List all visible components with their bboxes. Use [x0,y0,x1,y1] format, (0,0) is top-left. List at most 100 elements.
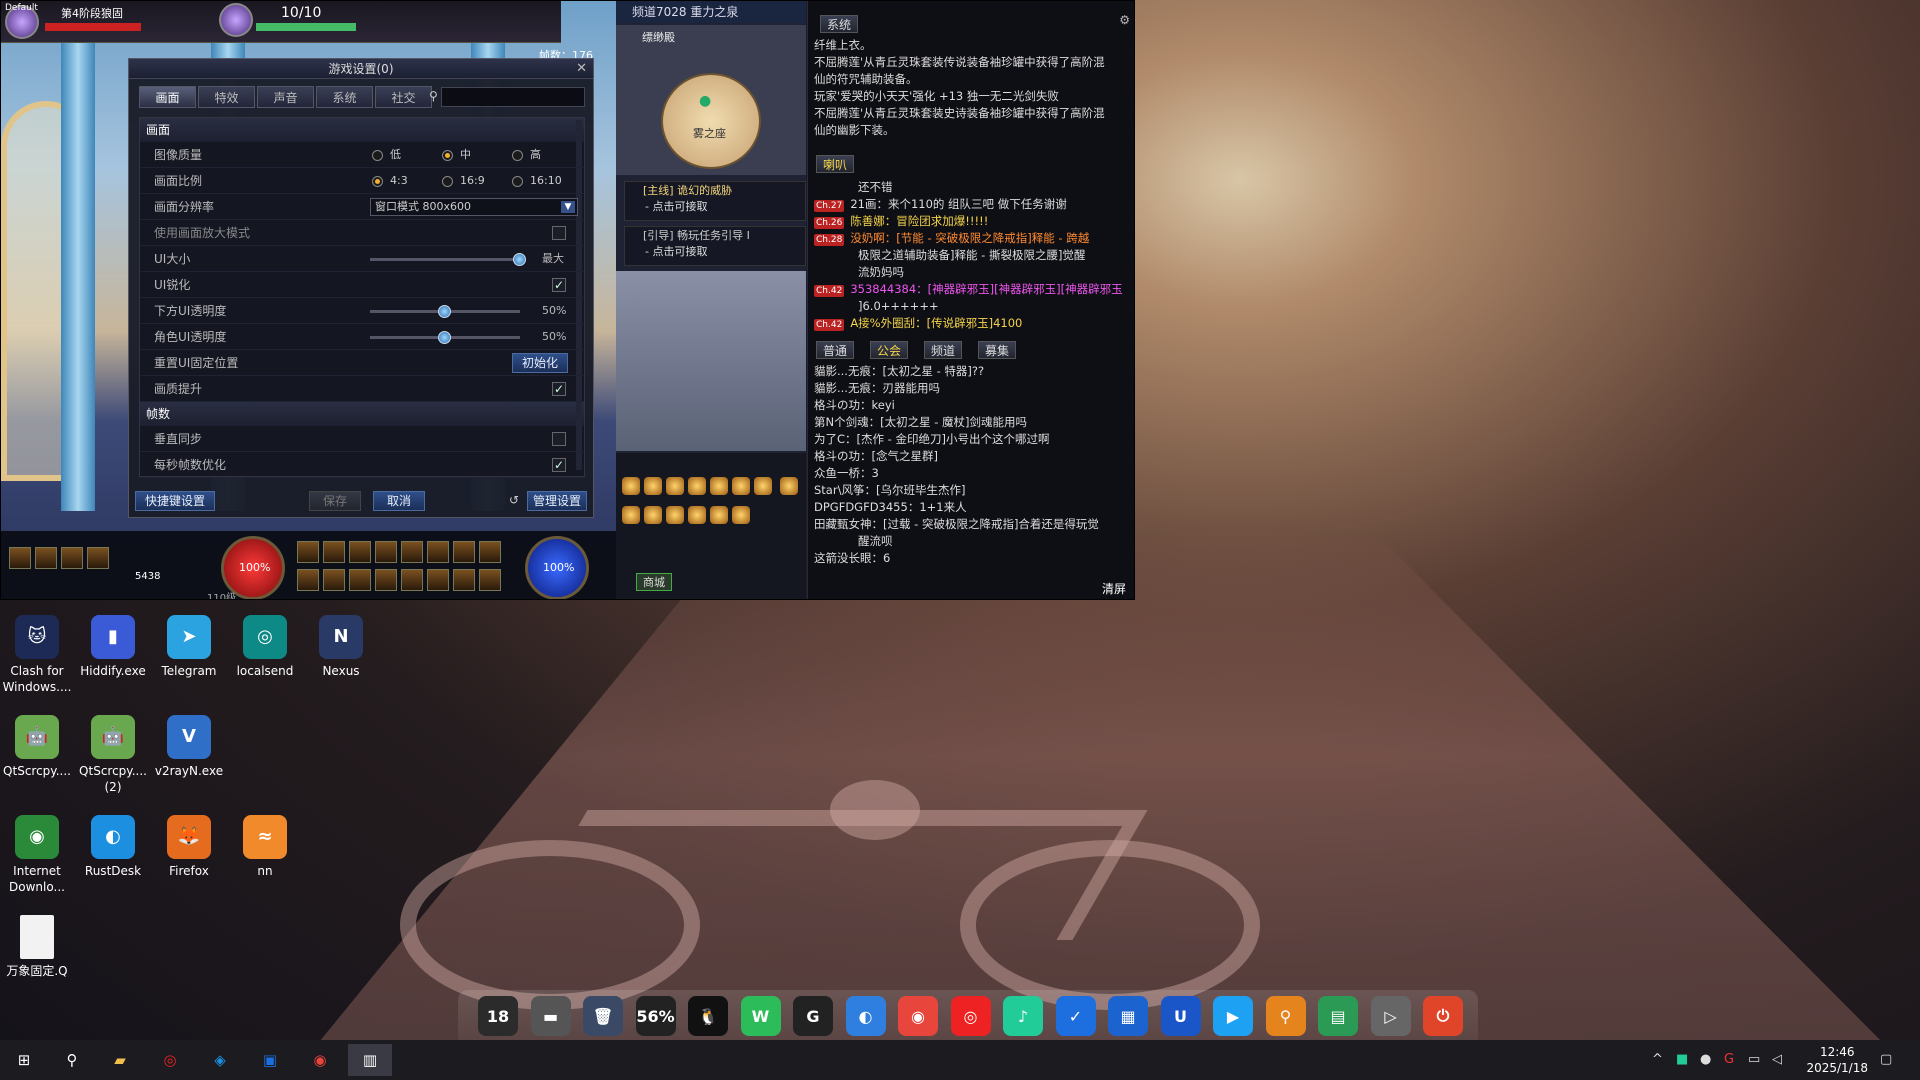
tab-system[interactable]: 系统 [316,86,373,108]
play-icon[interactable]: ▷ [1370,996,1411,1036]
tab-system-chat[interactable]: 系统 [820,15,859,33]
desktop-icon[interactable]: 🦊 Firefox [152,815,226,879]
manage-settings-button[interactable]: 管理设置 [527,491,587,511]
minimap[interactable]: 缥缈殿 ● 雾之座 [616,25,806,175]
skill-slot[interactable] [479,569,501,591]
vsync-checkbox[interactable] [552,432,566,446]
quest-item[interactable]: [引导] 畅玩任务引导 I - 点击可接取 [624,226,806,266]
radio-ratio-16-10[interactable] [512,176,523,187]
menu-icon[interactable] [779,477,798,495]
skill-slot[interactable] [375,569,397,591]
menu-icon[interactable] [754,477,772,495]
radio-quality-high[interactable] [512,150,523,161]
green-app-icon[interactable]: ■ [1676,1052,1688,1067]
slider-thumb[interactable] [438,331,451,344]
tab-effects[interactable]: 特效 [198,86,255,108]
monitor-icon[interactable]: 56% [635,996,676,1036]
store-icon[interactable]: ▶ [1213,996,1253,1036]
tab-social[interactable]: 社交 [375,86,432,108]
desktop-icon[interactable]: ➤ Telegram [152,615,226,679]
search-tool-icon[interactable]: ⚲ [1265,996,1306,1036]
settings-search-input[interactable] [441,87,585,107]
qq-tray-icon[interactable]: ● [1700,1052,1711,1067]
windows-start-icon[interactable]: ⊞ [4,1044,44,1076]
close-icon[interactable]: ✕ [576,61,587,76]
desktop-icon[interactable]: 🤖 QtScrcpy.... (2) [76,715,150,795]
file-explorer-icon[interactable]: ▰ [100,1044,140,1076]
cancel-button[interactable]: 取消 [373,491,425,511]
tab-normal-chat[interactable]: 普通 [816,341,855,359]
buff-slot[interactable] [9,547,31,569]
search-icon[interactable]: ⚲ [429,89,438,103]
tab-recruit-chat[interactable]: 募集 [978,341,1017,359]
desktop-icon[interactable]: 🤖 QtScrcpy.... [0,715,74,779]
g-tray-icon[interactable]: G [1724,1052,1734,1067]
tab-screen[interactable]: 画面 [139,86,196,108]
save-button[interactable]: 保存 [309,491,361,511]
skill-slot[interactable] [453,541,475,563]
desktop-icon[interactable]: Vv2rayN.exe [152,715,226,779]
menu-icon[interactable] [666,477,684,495]
shield-icon[interactable]: ✓ [1055,996,1096,1036]
tab-channel-chat[interactable]: 频道 [924,341,963,359]
g-icon[interactable]: G [793,996,833,1036]
bottom-ui-alpha-slider[interactable] [370,305,520,318]
chrome-icon[interactable]: ◉ [898,996,938,1036]
skill-slot[interactable] [427,569,449,591]
shop-button[interactable]: 商城 [636,573,672,591]
game-window[interactable]: Default 第4阶段狼固 10/10 帧数：176 游戏设置(0) ✕ 画面… [0,0,1135,600]
desktop-icon[interactable]: 🐱 Clash for Windows.... [0,615,74,695]
wechat-icon[interactable]: W [740,996,781,1036]
menu-icon[interactable] [732,506,750,524]
menu-icon[interactable] [710,477,728,495]
minimap-circle[interactable]: ● 雾之座 [661,73,761,169]
party-avatar[interactable] [219,3,253,37]
slider-thumb[interactable] [513,253,526,266]
notification-icon[interactable]: ▢ [1880,1052,1892,1067]
chevron-down-icon[interactable]: ▼ [561,201,575,213]
power-icon[interactable]: ⏻ [1423,996,1463,1036]
chevron-up-icon[interactable]: ^ [1652,1052,1663,1067]
music-icon[interactable]: ♪ [1003,996,1043,1036]
sheet-icon[interactable]: ▤ [1318,996,1358,1036]
menu-icon[interactable] [622,506,640,524]
clock[interactable]: 12:46 2025/1/18 [1806,1044,1868,1076]
radio-quality-low[interactable] [372,150,383,161]
skill-slot[interactable] [401,541,423,563]
menu-icon[interactable] [688,506,706,524]
menu-icon[interactable] [644,477,662,495]
ui-sharpen-checkbox[interactable]: ✓ [552,278,566,292]
menu-icon[interactable] [732,477,750,495]
skill-slot[interactable] [479,541,501,563]
skill-slot[interactable] [297,541,319,563]
search-icon[interactable]: ⚲ [52,1044,92,1076]
skill-slot[interactable] [323,541,345,563]
skill-slot[interactable] [349,569,371,591]
ui-size-slider[interactable] [370,253,526,266]
skill-slot[interactable] [427,541,449,563]
shield-icon[interactable]: ▣ [250,1044,290,1076]
skill-slot[interactable] [401,569,423,591]
hotkey-settings-button[interactable]: 快捷键设置 [135,491,215,511]
desktop-icon[interactable]: ◎ localsend [228,615,302,679]
slider-thumb[interactable] [438,305,451,318]
clear-chat-button[interactable]: 清屏 [1102,580,1126,597]
radio-ratio-4-3[interactable] [372,176,383,187]
channel-label[interactable]: 频道7028 重力之泉 [616,1,806,23]
recycle-bin-icon[interactable]: 🗑 [583,996,623,1036]
zoom-mode-checkbox[interactable] [552,226,566,240]
drive-icon[interactable]: ▬ [530,996,571,1036]
netease-music-icon[interactable]: ◎ [150,1044,190,1076]
u-icon[interactable]: U [1160,996,1201,1036]
skill-slot[interactable] [323,569,345,591]
desktop-icon[interactable]: ◐ RustDesk [76,815,150,879]
undo-icon[interactable]: ↺ [509,493,519,507]
menu-icon[interactable] [666,506,684,524]
quality-boost-checkbox[interactable]: ✓ [552,382,566,396]
folder-sync-icon[interactable]: ◐ [845,996,886,1036]
desktop-icon[interactable]: ▮ Hiddify.exe [76,615,150,679]
menu-icon[interactable] [688,477,706,495]
desktop-icon[interactable]: 万象固定.Q [0,915,74,979]
desktop-icon[interactable]: ◉ Internet Downlo... [0,815,74,895]
netease-music-icon[interactable]: ◎ [950,996,991,1036]
